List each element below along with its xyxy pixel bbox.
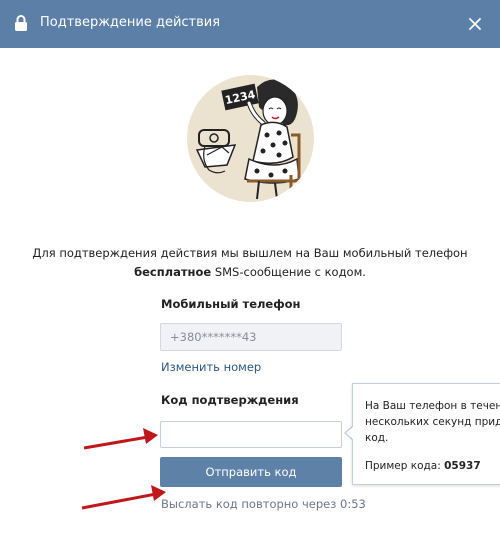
woman-with-phone-icon: 1234 [195, 79, 301, 202]
arrow-to-code-input-icon [83, 428, 158, 450]
info-line-1: Для подтверждения действия мы вышлем на … [32, 246, 468, 260]
info-text: Для подтверждения действия мы вышлем на … [30, 244, 470, 282]
info-line-2: бесплатное SMS-сообщение с кодом. [30, 263, 470, 282]
resend-timer: Выслать код повторно через 0:53 [161, 497, 366, 511]
arrow-to-resend-icon [81, 485, 166, 510]
code-label: Код подтверждения [161, 393, 299, 407]
tooltip-text: На Ваш телефон в течени нескольких секун… [365, 400, 500, 444]
tooltip-example-label: Пример кода: [365, 460, 445, 472]
phone-field: +380*******43 [160, 323, 342, 351]
send-code-button[interactable]: Отправить код [160, 457, 342, 487]
tooltip-example-code: 05937 [444, 460, 481, 472]
change-number-link[interactable]: Изменить номер [161, 360, 261, 374]
code-input[interactable] [160, 421, 342, 448]
tooltip-arrow-inner [346, 426, 354, 440]
info-line-2-rest: SMS-сообщение с кодом. [211, 265, 366, 279]
close-icon[interactable] [466, 15, 484, 33]
tooltip-example: Пример кода: 05937 [365, 460, 481, 472]
modal-header: Подтверждение действия [0, 0, 500, 48]
phone-label: Мобильный телефон [161, 297, 301, 311]
sms-illustration: 1234 [187, 75, 314, 202]
info-free-bold: бесплатное [134, 265, 212, 279]
modal-title: Подтверждение действия [40, 15, 221, 30]
lock-icon [15, 15, 27, 31]
code-hint-tooltip: На Ваш телефон в течени нескольких секун… [352, 383, 500, 485]
